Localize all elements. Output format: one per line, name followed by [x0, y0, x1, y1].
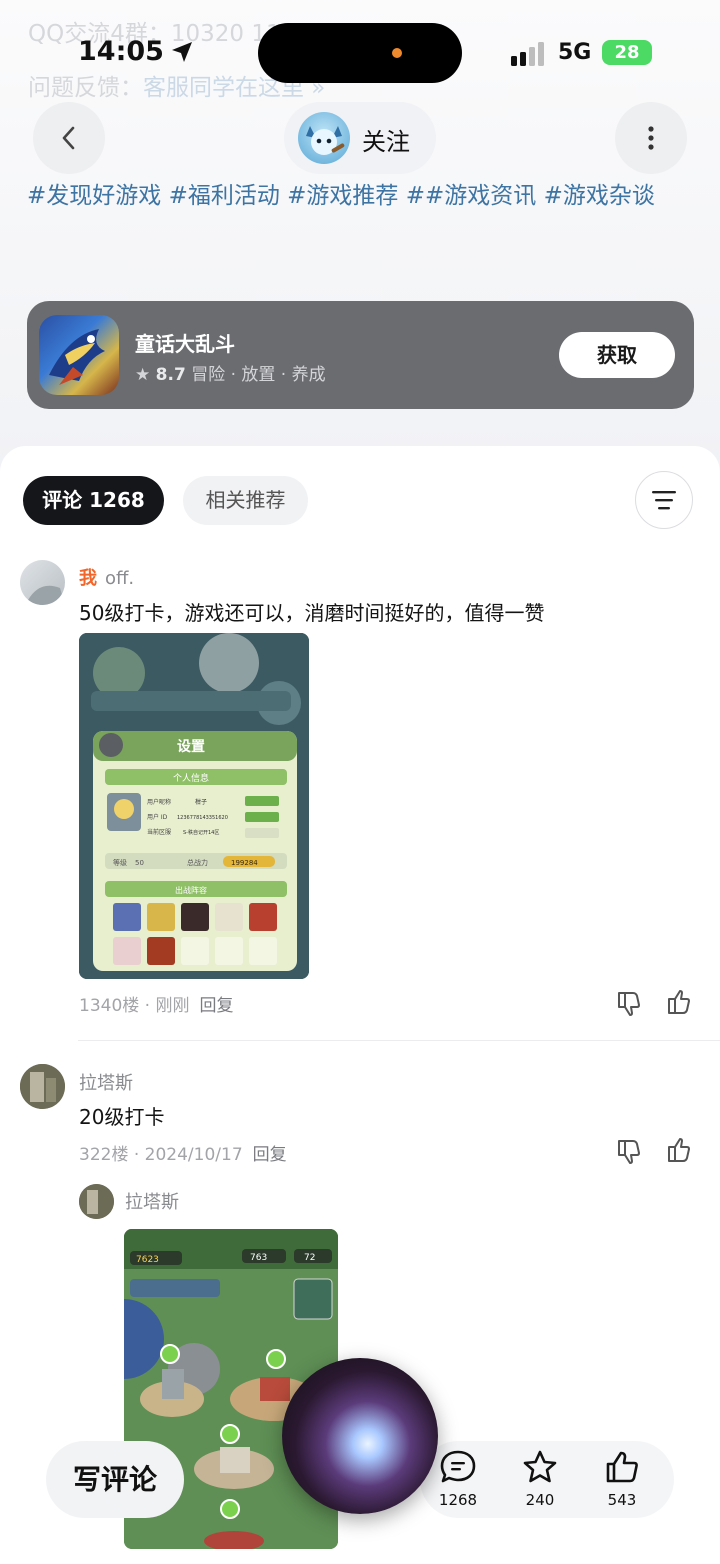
comment-divider [78, 1040, 720, 1041]
nickname-value: 柑子 [195, 798, 207, 806]
comment-image[interactable]: 设置 个人信息 用户昵称 柑子 用户 ID 1236778143351620 当… [79, 633, 309, 979]
comment-text: 20级打卡 [79, 1105, 165, 1129]
comment-count: 1268 [438, 1491, 478, 1509]
nested-avatar[interactable] [79, 1184, 114, 1219]
comment-author[interactable]: 我 off. [79, 564, 134, 590]
uid-label: 用户 ID [147, 813, 168, 821]
user-photo-icon [79, 1184, 114, 1219]
reply-button[interactable]: 回复 [199, 996, 233, 1016]
get-app-button[interactable]: 获取 [559, 332, 675, 378]
battery-indicator: 28 [602, 40, 652, 65]
status-bar: 14:05 5G 28 [0, 0, 720, 100]
comment-bubble-icon [440, 1450, 476, 1483]
tab-comments[interactable]: 评论 1268 [23, 476, 164, 525]
favorite-count: 240 [525, 1491, 555, 1509]
nickname-label: 用户昵称 [147, 798, 171, 806]
write-comment-button[interactable]: 写评论 [46, 1441, 184, 1518]
more-button[interactable] [615, 102, 687, 174]
profile-section-title: 个人信息 [173, 772, 209, 784]
app-icon [39, 315, 119, 395]
like-icon[interactable] [663, 987, 695, 1019]
avatar[interactable] [20, 1064, 65, 1109]
recording-dot [392, 48, 402, 58]
status-time: 14:05 [78, 36, 164, 67]
follow-label: 关注 [362, 128, 410, 156]
author-name: off. [105, 568, 135, 589]
power-value: 199284 [231, 859, 258, 867]
comment-meta: 322楼 · 2024/10/17 回复 [79, 1140, 287, 1165]
app-rating: 8.7 [155, 365, 186, 385]
mascot-icon [306, 126, 345, 155]
location-arrow-icon [172, 42, 192, 62]
action-group: 1268 240 543 [420, 1441, 674, 1518]
tab-related[interactable]: 相关推荐 [183, 476, 308, 525]
author-avatar [298, 112, 350, 164]
more-vertical-icon [648, 126, 654, 150]
favorite-button[interactable]: 240 [505, 1449, 575, 1509]
star-icon: ★ [135, 365, 151, 385]
chevron-left-icon [62, 126, 75, 150]
signal-icon [511, 42, 544, 66]
follow-button[interactable]: 关注 [284, 102, 436, 174]
comment-floor-time: 1340楼 · 刚刚 [79, 996, 190, 1016]
back-button[interactable] [33, 102, 105, 174]
dislike-icon[interactable] [613, 1135, 645, 1167]
app-genres: 冒险 · 放置 · 养成 [191, 365, 326, 385]
game-settings-screenshot: 设置 个人信息 用户昵称 柑子 用户 ID 1236778143351620 当… [79, 633, 309, 979]
dynamic-island [258, 23, 462, 83]
me-badge: 我 [79, 568, 97, 589]
comment-author[interactable]: 拉塔斯 [79, 1069, 133, 1095]
level-label: 等级 [113, 858, 127, 867]
nested-author[interactable]: 拉塔斯 [125, 1188, 179, 1214]
gold-value: 7623 [136, 1255, 159, 1265]
comment-text: 50级打卡，游戏还可以，消磨时间挺好的，值得一赞 [79, 601, 545, 625]
star-outline-icon [523, 1450, 557, 1483]
like-button[interactable]: 543 [587, 1449, 657, 1509]
uid-value: 1236778143351620 [177, 815, 228, 821]
server-value: S-秩自记开14区 [183, 829, 219, 836]
siri-orb[interactable] [282, 1358, 438, 1514]
gem-value: 763 [250, 1253, 267, 1263]
network-type: 5G [558, 40, 592, 65]
like-icon[interactable] [663, 1135, 695, 1167]
like-count: 543 [607, 1491, 637, 1509]
comment-floor-time: 322楼 · 2024/10/17 [79, 1145, 243, 1165]
user-photo-icon [20, 1064, 65, 1109]
sort-filter-button[interactable] [635, 471, 693, 529]
thumbs-up-icon [606, 1451, 638, 1483]
dislike-icon[interactable] [613, 987, 645, 1019]
avatar[interactable] [20, 560, 65, 605]
app-meta: ★ 8.7 冒险 · 放置 · 养成 [135, 360, 326, 385]
dragon-icon [49, 329, 105, 385]
level-value: 50 [135, 859, 144, 867]
app-card[interactable]: 童话大乱斗 ★ 8.7 冒险 · 放置 · 养成 获取 [27, 301, 694, 409]
power-label: 总战力 [187, 858, 208, 867]
filter-lines-icon [652, 491, 676, 510]
settings-title: 设置 [177, 738, 205, 755]
app-name: 童话大乱斗 [135, 332, 235, 356]
server-label: 当前区服 [147, 828, 171, 836]
reply-button[interactable]: 回复 [253, 1145, 287, 1165]
energy-value: 72 [304, 1253, 315, 1263]
topic-tags[interactable]: #发现好游戏 #福利活动 #游戏推荐 ##游戏资讯 #游戏杂谈 [27, 170, 697, 222]
user-photo-icon [20, 585, 65, 605]
comment-meta: 1340楼 · 刚刚 回复 [79, 991, 233, 1016]
lineup-label: 出战阵容 [175, 885, 207, 895]
